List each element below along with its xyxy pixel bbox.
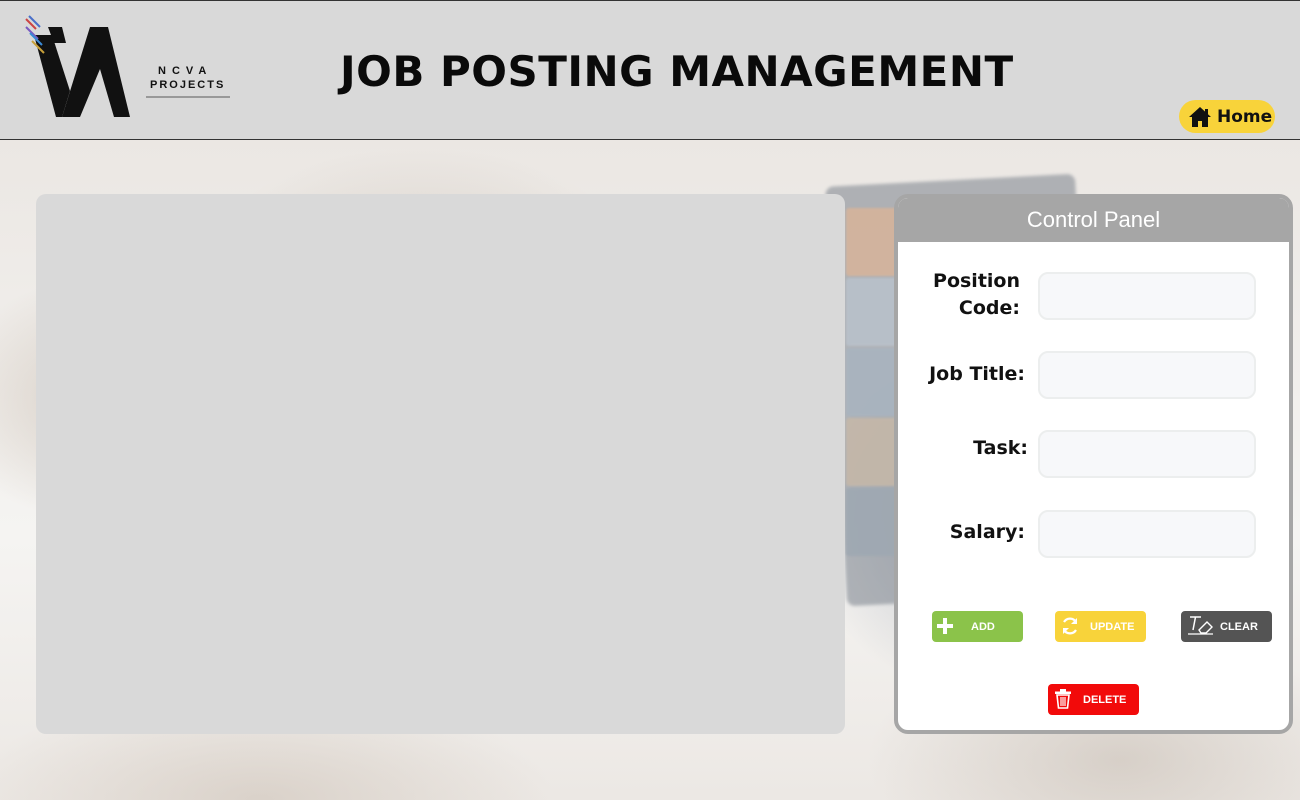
company-logo: NCVA PROJECTS	[22, 13, 230, 123]
position-code-label: Position Code:	[918, 268, 1020, 322]
job-title-input[interactable]	[1038, 351, 1256, 399]
house-icon	[1189, 106, 1211, 127]
logo-va-mark	[25, 15, 130, 117]
delete-button-label: DELETE	[1083, 693, 1127, 706]
add-button-label: ADD	[971, 620, 995, 633]
add-button[interactable]: ADD	[932, 611, 1023, 642]
home-button[interactable]: Home	[1179, 100, 1275, 133]
control-panel-title: Control Panel	[1026, 207, 1161, 232]
control-panel-header: Control Panel	[898, 198, 1289, 242]
control-panel: Control Panel Position Code: Job Title: …	[894, 194, 1293, 734]
trash-icon	[1055, 689, 1071, 709]
clear-button[interactable]: CLEAR	[1181, 611, 1272, 642]
records-table-area[interactable]	[36, 194, 845, 734]
update-button[interactable]: UPDATE	[1055, 611, 1146, 642]
update-button-label: UPDATE	[1090, 620, 1135, 633]
task-label: Task:	[973, 437, 1028, 459]
logo-text-projects: PROJECTS	[150, 79, 226, 91]
position-code-label-line2: Code:	[958, 297, 1020, 319]
home-button-label: Home	[1217, 106, 1273, 127]
plus-icon	[937, 618, 953, 634]
job-title-label: Job Title:	[929, 363, 1025, 385]
refresh-icon	[1063, 617, 1077, 635]
header-bar: NCVA PROJECTS JOB POSTING MANAGEMENT Hom…	[0, 0, 1300, 140]
logo-underline	[146, 96, 230, 98]
salary-label: Salary:	[949, 521, 1025, 543]
logo-text-ncva: NCVA	[158, 65, 213, 77]
position-code-input[interactable]	[1038, 272, 1256, 320]
salary-input[interactable]	[1038, 510, 1256, 558]
task-input[interactable]	[1038, 430, 1256, 478]
delete-button[interactable]: DELETE	[1048, 684, 1139, 715]
page-title: JOB POSTING MANAGEMENT	[340, 47, 1014, 96]
eraser-icon	[1188, 616, 1213, 635]
position-code-label-line1: Position	[933, 270, 1020, 292]
clear-button-label: CLEAR	[1220, 620, 1258, 633]
